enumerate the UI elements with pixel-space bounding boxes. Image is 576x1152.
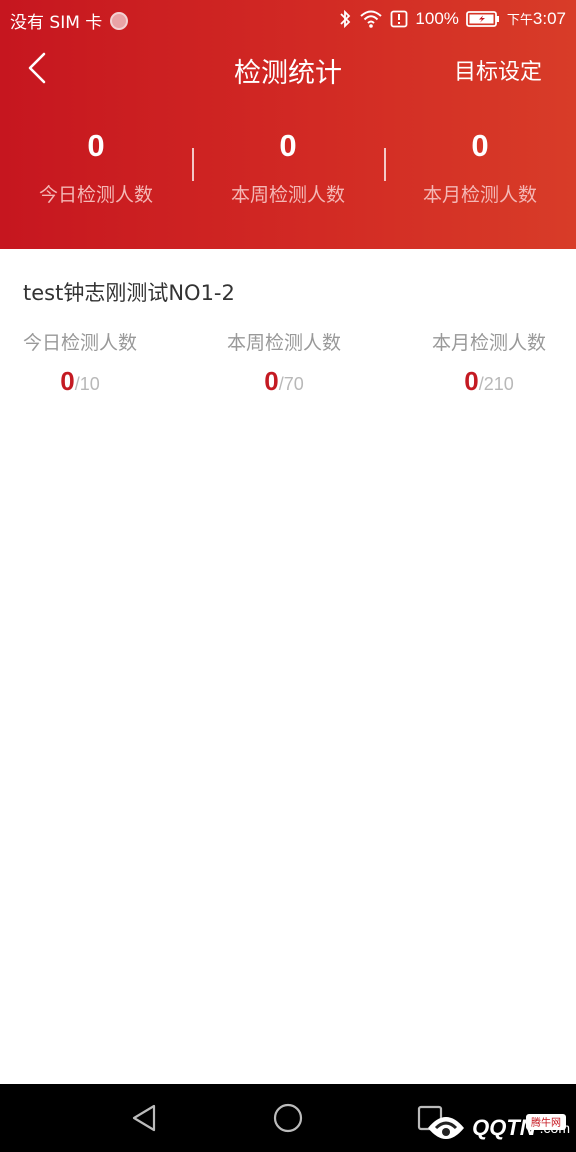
card-col-value: 0/70: [227, 367, 341, 400]
card-col-label: 本周检测人数: [227, 332, 342, 354]
bluetooth-icon: [340, 9, 351, 28]
summary-stats: 0 今日检测人数 0 本周检测人数 0 本月检测人数: [0, 124, 576, 214]
back-triangle-icon: [132, 1104, 156, 1132]
nav-back-button[interactable]: [126, 1100, 166, 1136]
carrier-text: 没有 SIM 卡: [10, 13, 103, 33]
card-title: test钟志刚测试NO1-2: [23, 281, 235, 305]
chevron-left-icon: [28, 52, 46, 84]
stat-value: 0: [87, 128, 105, 163]
clock-time: 3:07: [532, 9, 566, 28]
target-setting-button[interactable]: 目标设定: [454, 54, 542, 86]
current-count: 0: [60, 366, 75, 396]
battery-percent: 100%: [415, 8, 459, 28]
card-col-value: 0/10: [23, 367, 137, 400]
card-col-label: 本月检测人数: [432, 332, 547, 354]
nav-home-button[interactable]: [268, 1100, 308, 1136]
card-col-month: 本月检测人数 0/210: [432, 328, 546, 400]
stat-value: 0: [471, 128, 489, 163]
current-count: 0: [464, 366, 479, 396]
watermark-badge-icon: 腾牛网: [526, 1114, 566, 1130]
card-col-value: 0/210: [432, 367, 546, 400]
stat-today: 0 今日检测人数: [0, 124, 192, 214]
current-count: 0: [264, 366, 279, 396]
stat-label: 今日检测人数: [38, 184, 153, 206]
stat-month: 0 本月检测人数: [384, 124, 576, 214]
home-circle-icon: [273, 1103, 303, 1133]
back-button[interactable]: [22, 48, 58, 88]
clock-prefix: 下午: [506, 13, 533, 28]
battery-charging-icon: [465, 10, 499, 27]
target-count: /10: [74, 374, 100, 394]
wifi-icon: [360, 10, 383, 28]
stat-label: 本月检测人数: [422, 184, 537, 206]
card-col-label: 今日检测人数: [23, 332, 138, 354]
watermark-badge-text: 腾牛网: [531, 1116, 561, 1129]
target-count: /210: [478, 374, 514, 394]
header: 没有 SIM 卡 100% 下午3:07 检测统计 目标设定 0 今日检测人数 …: [0, 0, 576, 249]
clock: 下午3:07: [507, 8, 566, 29]
stat-value: 0: [279, 128, 297, 163]
card-col-week: 本周检测人数 0/70: [227, 328, 341, 400]
status-bar: 没有 SIM 卡 100% 下午3:07: [0, 0, 576, 38]
stat-label: 本周检测人数: [230, 184, 345, 206]
sim-status-icon: [110, 11, 129, 30]
card-col-today: 今日检测人数 0/10: [23, 328, 137, 400]
watermark-logo-icon: [428, 1117, 465, 1139]
target-count: /70: [278, 374, 304, 394]
stat-week: 0 本周检测人数: [192, 124, 384, 214]
alert-icon: [391, 10, 408, 27]
